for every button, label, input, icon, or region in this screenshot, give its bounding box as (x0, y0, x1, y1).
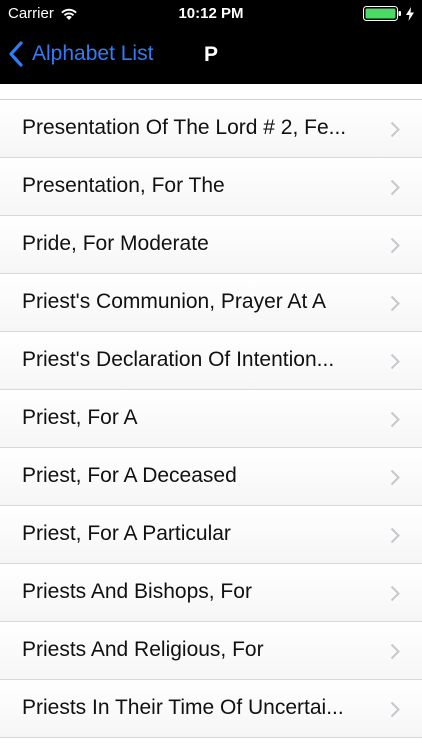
list-item[interactable]: Priest's Communion, Prayer At A (0, 274, 422, 332)
chevron-right-icon (390, 179, 400, 196)
chevron-right-icon (390, 121, 400, 138)
status-time: 10:12 PM (178, 5, 244, 22)
list-item-label: Priests And Bishops, For (22, 580, 252, 603)
list-item-label: Priest, For A Deceased (22, 464, 237, 487)
list-top-divider (0, 84, 422, 100)
status-bar: Carrier 10:12 PM (0, 0, 422, 28)
list-item-label: Priests And Religious, For (22, 638, 264, 661)
chevron-right-icon (390, 527, 400, 544)
chevron-right-icon (390, 643, 400, 660)
list-item[interactable]: Priest, For A Deceased (0, 448, 422, 506)
list-item-label: Priest, For A Particular (22, 522, 231, 545)
chevron-right-icon (390, 411, 400, 428)
charging-bolt-icon (406, 6, 414, 21)
list-item-label: Priests In Their Time Of Uncertai... (22, 696, 344, 719)
chevron-right-icon (390, 701, 400, 718)
list-item[interactable]: Priest's Declaration Of Intention... (0, 332, 422, 390)
chevron-right-icon (390, 469, 400, 486)
chevron-right-icon (390, 237, 400, 254)
list-item[interactable]: Priests And Bishops, For (0, 564, 422, 622)
list-item-label: Pride, For Moderate (22, 232, 209, 255)
battery-icon (363, 6, 401, 21)
list-item-label: Priest's Communion, Prayer At A (22, 290, 326, 313)
chevron-right-icon (390, 585, 400, 602)
back-button-label: Alphabet List (32, 42, 154, 65)
list-item[interactable]: Presentation, For The (0, 158, 422, 216)
list-item[interactable]: Priests And Religious, For (0, 622, 422, 680)
chevron-right-icon (390, 353, 400, 370)
list-item[interactable]: Priest, For A (0, 390, 422, 448)
list-item-label: Priest's Declaration Of Intention... (22, 348, 335, 371)
list-item-label: Priest, For A (22, 406, 138, 429)
navigation-bar: Alphabet List P (0, 28, 422, 84)
list-item[interactable]: Presentation Of The Lord # 2, Fe... (0, 100, 422, 158)
list-item[interactable]: Pride, For Moderate (0, 216, 422, 274)
list-item[interactable]: Priests In Their Time Of Uncertai... (0, 680, 422, 738)
chevron-right-icon (390, 295, 400, 312)
back-button[interactable]: Alphabet List (8, 40, 153, 68)
list-item-label: Presentation, For The (22, 174, 225, 197)
status-right (363, 6, 414, 21)
page-title: P (204, 43, 219, 66)
list-item[interactable]: Priest, For A Particular (0, 506, 422, 564)
topic-list: Presentation Of The Lord # 2, Fe... Pres… (0, 84, 422, 750)
list-item-label: Presentation Of The Lord # 2, Fe... (22, 116, 347, 139)
chevron-left-icon (9, 41, 23, 67)
